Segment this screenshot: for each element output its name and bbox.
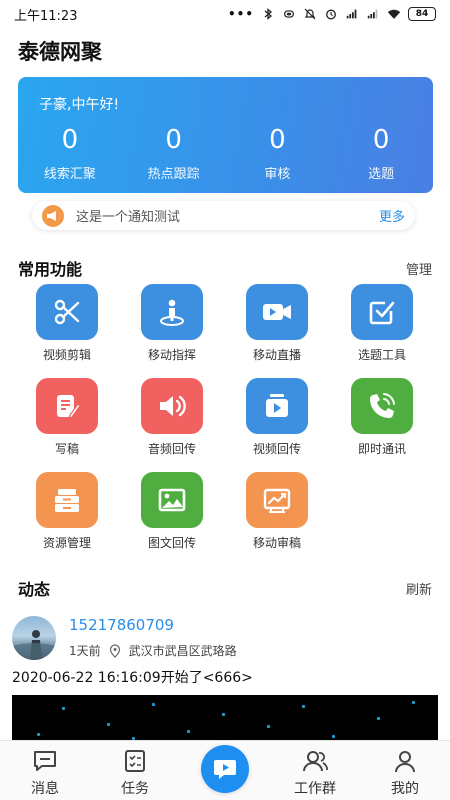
- fn-video-edit[interactable]: 视频剪辑: [17, 284, 117, 363]
- post-author[interactable]: 15217860709: [69, 616, 174, 634]
- status-bar: 上午11:23 ••• 84: [0, 0, 450, 28]
- post-location: 武汉市武昌区武珞路: [128, 644, 237, 658]
- fn-label: 即时通讯: [357, 442, 406, 456]
- stat-label: 选题: [368, 167, 395, 182]
- user-icon: [370, 749, 440, 773]
- feed-header: 动态 刷新: [18, 576, 432, 600]
- nav-mine[interactable]: 我的: [370, 749, 440, 798]
- center-chat-icon: [214, 760, 236, 779]
- status-dots: •••: [227, 7, 254, 21]
- stat-value: 0: [372, 125, 390, 155]
- video-camera-icon: [246, 284, 308, 340]
- message-icon: [10, 749, 80, 773]
- group-icon: [280, 749, 350, 773]
- fn-resource-manage[interactable]: 资源管理: [17, 472, 117, 551]
- status-icons: ••• 84: [228, 7, 436, 21]
- mute-bell-icon: [304, 8, 316, 20]
- drawer-icon: [36, 472, 98, 528]
- fn-mobile-review[interactable]: 移动审稿: [227, 472, 327, 551]
- refresh-button[interactable]: 刷新: [406, 579, 432, 598]
- fn-audio-upload[interactable]: 音频回传: [122, 378, 222, 457]
- notice-bar[interactable]: 这是一个通知测试 更多: [32, 201, 415, 230]
- post-time: 1天前: [69, 644, 101, 658]
- location-pin-icon: [109, 643, 120, 658]
- megaphone-icon: [42, 204, 64, 227]
- nav-label: 工作群: [294, 781, 336, 797]
- greeting-text: 子豪,中午好!: [39, 97, 120, 113]
- scissors-icon: [36, 284, 98, 340]
- section-title: 动态: [18, 580, 51, 599]
- status-time: 上午11:23: [14, 8, 78, 24]
- speaker-icon: [141, 378, 203, 434]
- fn-label: 写稿: [54, 442, 79, 456]
- checkbox-icon: [351, 284, 413, 340]
- fn-label: 移动审稿: [252, 536, 301, 550]
- stat-label: 热点跟踪: [147, 167, 200, 182]
- stats-row: 0 线索汇聚 0 热点跟踪 0 审核 0 选题: [18, 125, 433, 182]
- stat-clues[interactable]: 0 线索汇聚: [18, 125, 122, 182]
- notice-text: 这是一个通知测试: [76, 210, 181, 225]
- nav-label: 消息: [31, 781, 59, 797]
- nav-label: 我的: [391, 781, 419, 797]
- bottom-nav: 消息 任务 工作群 我的: [0, 740, 450, 800]
- app-screen: 上午11:23 ••• 84 泰德网聚 子豪,中午好! 0 线索汇聚 0 热点跟…: [0, 0, 450, 800]
- video-upload-icon: [246, 378, 308, 434]
- fn-write[interactable]: 写稿: [17, 378, 117, 457]
- wifi-icon: [387, 9, 401, 19]
- stat-value: 0: [269, 125, 286, 155]
- stat-value: 0: [61, 125, 79, 155]
- common-functions-header: 常用功能 管理: [18, 256, 432, 280]
- manage-button[interactable]: 管理: [406, 259, 432, 278]
- post-video[interactable]: [12, 695, 438, 745]
- image-icon: [141, 472, 203, 528]
- summary-card: 子豪,中午好! 0 线索汇聚 0 热点跟踪 0 审核 0 选题: [18, 77, 433, 193]
- fn-mobile-live[interactable]: 移动直播: [227, 284, 327, 363]
- post-text: 2020-06-22 16:16:09开始了<666>: [12, 670, 253, 686]
- person-pin-icon: [141, 284, 203, 340]
- trend-chart-icon: [246, 472, 308, 528]
- fn-instant-message[interactable]: 即时通讯: [332, 378, 432, 457]
- fn-label: 移动直播: [252, 348, 301, 362]
- vibrate-icon: [284, 10, 294, 18]
- signal-icon: [346, 9, 357, 19]
- nav-messages[interactable]: 消息: [10, 749, 80, 798]
- nav-workgroup[interactable]: 工作群: [280, 749, 350, 798]
- stat-topics[interactable]: 0 选题: [329, 125, 433, 182]
- task-icon: [100, 749, 170, 773]
- fn-label: 资源管理: [42, 536, 91, 550]
- fn-label: 音频回传: [147, 442, 196, 456]
- fn-label: 图文回传: [147, 536, 196, 550]
- notice-more-link[interactable]: 更多: [379, 206, 405, 225]
- app-title: 泰德网聚: [18, 40, 102, 64]
- bluetooth-icon: [264, 8, 273, 20]
- stat-hotspot[interactable]: 0 热点跟踪: [122, 125, 226, 182]
- fn-label: 移动指挥: [147, 348, 196, 362]
- fn-video-upload[interactable]: 视频回传: [227, 378, 327, 457]
- nav-label: 任务: [121, 781, 149, 797]
- nav-tasks[interactable]: 任务: [100, 749, 170, 798]
- fn-label: 视频剪辑: [42, 348, 91, 362]
- alarm-icon: [326, 9, 336, 20]
- fn-label: 选题工具: [357, 348, 406, 362]
- stat-label: 审核: [264, 167, 291, 182]
- section-title: 常用功能: [18, 260, 83, 279]
- avatar[interactable]: [12, 616, 56, 660]
- edit-doc-icon: [36, 378, 98, 434]
- signal-icon-2: [367, 9, 378, 19]
- fn-image-upload[interactable]: 图文回传: [122, 472, 222, 551]
- battery-level: 84: [408, 7, 436, 21]
- stat-review[interactable]: 0 审核: [226, 125, 330, 182]
- stat-value: 0: [165, 125, 182, 155]
- post-meta: 1天前 武汉市武昌区武珞路: [69, 642, 237, 659]
- center-action-button[interactable]: [201, 745, 249, 793]
- stat-label: 线索汇聚: [43, 167, 96, 182]
- fn-label: 视频回传: [252, 442, 301, 456]
- fn-topic-tool[interactable]: 选题工具: [332, 284, 432, 363]
- phone-icon: [351, 378, 413, 434]
- fn-mobile-command[interactable]: 移动指挥: [122, 284, 222, 363]
